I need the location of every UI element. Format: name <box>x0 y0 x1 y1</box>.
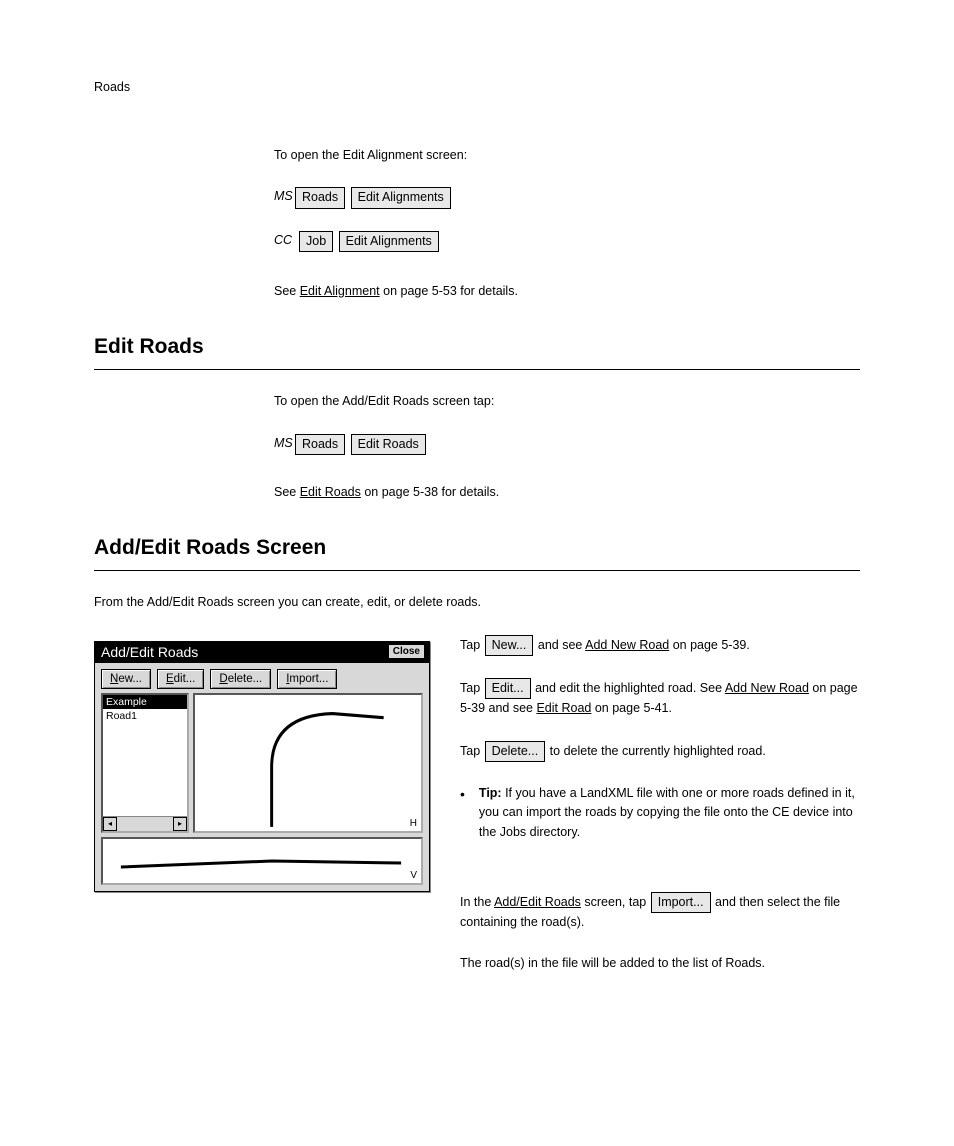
dialog-edit-button[interactable]: Edit... <box>157 669 204 689</box>
new-instruction: Tap New... and see Add New Road on page … <box>460 635 860 656</box>
dialog-title: Add/Edit Roads <box>101 644 382 660</box>
roads-button: Roads <box>295 187 345 208</box>
vertical-profile-view: V <box>101 837 423 885</box>
list-scrollbar[interactable]: ◂ ▸ <box>103 816 187 831</box>
scroll-left-icon[interactable]: ◂ <box>103 817 117 831</box>
text: on page 5-53 for details. <box>380 284 518 298</box>
edit-alignment-link[interactable]: Edit Alignment <box>300 284 380 298</box>
dialog-titlebar: Add/Edit Roads Close <box>95 642 429 663</box>
text: See <box>274 284 300 298</box>
edit-roads-link[interactable]: Edit Roads <box>300 485 361 499</box>
list-item[interactable]: Road1 <box>103 709 187 723</box>
job-button: Job <box>299 231 333 252</box>
bullet-icon: • <box>460 784 465 842</box>
tip-row: • Tip: If you have a LandXML file with o… <box>460 784 860 842</box>
the-roads-text: The road(s) in the file will be added to… <box>460 954 860 973</box>
horizontal-plan-view: H <box>193 693 423 833</box>
text: on page 5-38 for details. <box>361 485 499 499</box>
tip-label: Tip: <box>479 786 502 800</box>
heading-rule <box>94 369 860 370</box>
ms-row-2: MS Roads Edit Roads <box>274 434 860 455</box>
add-edit-roads-link[interactable]: Add/Edit Roads <box>494 895 581 909</box>
roads-button: Roads <box>295 434 345 455</box>
heading-rule <box>94 570 860 571</box>
scroll-right-icon[interactable]: ▸ <box>173 817 187 831</box>
v-label: V <box>410 870 417 881</box>
dialog-delete-button[interactable]: Delete... <box>210 669 271 689</box>
new-button: New... <box>485 635 534 656</box>
import-button: Import... <box>651 892 711 913</box>
heading-add-edit-roads: Add/Edit Roads Screen <box>94 536 860 560</box>
list-item[interactable]: Example <box>103 695 187 709</box>
edit-instruction: Tap Edit... and edit the highlighted roa… <box>460 678 860 719</box>
edit-button: Edit... <box>485 678 531 699</box>
add-new-road-link[interactable]: Add New Road <box>725 681 809 695</box>
delete-instruction: Tap Delete... to delete the currently hi… <box>460 741 860 762</box>
edit-road-link[interactable]: Edit Road <box>536 701 591 715</box>
cc-label: CC <box>274 231 298 252</box>
intro-open-edit-alignment: To open the Edit Alignment screen: <box>274 146 860 165</box>
add-edit-intro: From the Add/Edit Roads screen you can c… <box>94 593 860 612</box>
see-edit-roads: See Edit Roads on page 5-38 for details. <box>274 483 860 502</box>
add-new-road-link[interactable]: Add New Road <box>585 638 669 652</box>
ms-label: MS <box>274 187 294 208</box>
ms-label: MS <box>274 434 294 455</box>
edit-roads-button: Edit Roads <box>351 434 426 455</box>
roads-listbox[interactable]: Example Road1 ◂ ▸ <box>101 693 189 833</box>
dialog-toolbar: New... Edit... Delete... Import... <box>95 663 429 693</box>
tip-text: If you have a LandXML file with one or m… <box>479 786 855 839</box>
edit-alignments-button: Edit Alignments <box>339 231 439 252</box>
dialog-new-button[interactable]: New... <box>101 669 151 689</box>
dialog-close-button[interactable]: Close <box>388 644 425 659</box>
edit-roads-intro: To open the Add/Edit Roads screen tap: <box>274 392 860 411</box>
right-column: Tap New... and see Add New Road on page … <box>460 635 860 858</box>
page-header: Roads <box>94 80 860 94</box>
delete-button: Delete... <box>485 741 546 762</box>
heading-edit-roads: Edit Roads <box>94 335 860 359</box>
dialog-import-button[interactable]: Import... <box>277 669 337 689</box>
see-edit-alignment: See Edit Alignment on page 5-53 for deta… <box>274 282 860 301</box>
edit-alignments-button: Edit Alignments <box>351 187 451 208</box>
h-label: H <box>410 818 417 829</box>
ms-row-1: MS Roads Edit Alignments <box>274 187 860 208</box>
text: See <box>274 485 300 499</box>
import-instruction: In the Add/Edit Roads screen, tap Import… <box>460 892 860 933</box>
cc-row-1: CC Job Edit Alignments <box>274 231 860 252</box>
add-edit-roads-dialog: Add/Edit Roads Close New... Edit... Dele… <box>94 641 430 892</box>
